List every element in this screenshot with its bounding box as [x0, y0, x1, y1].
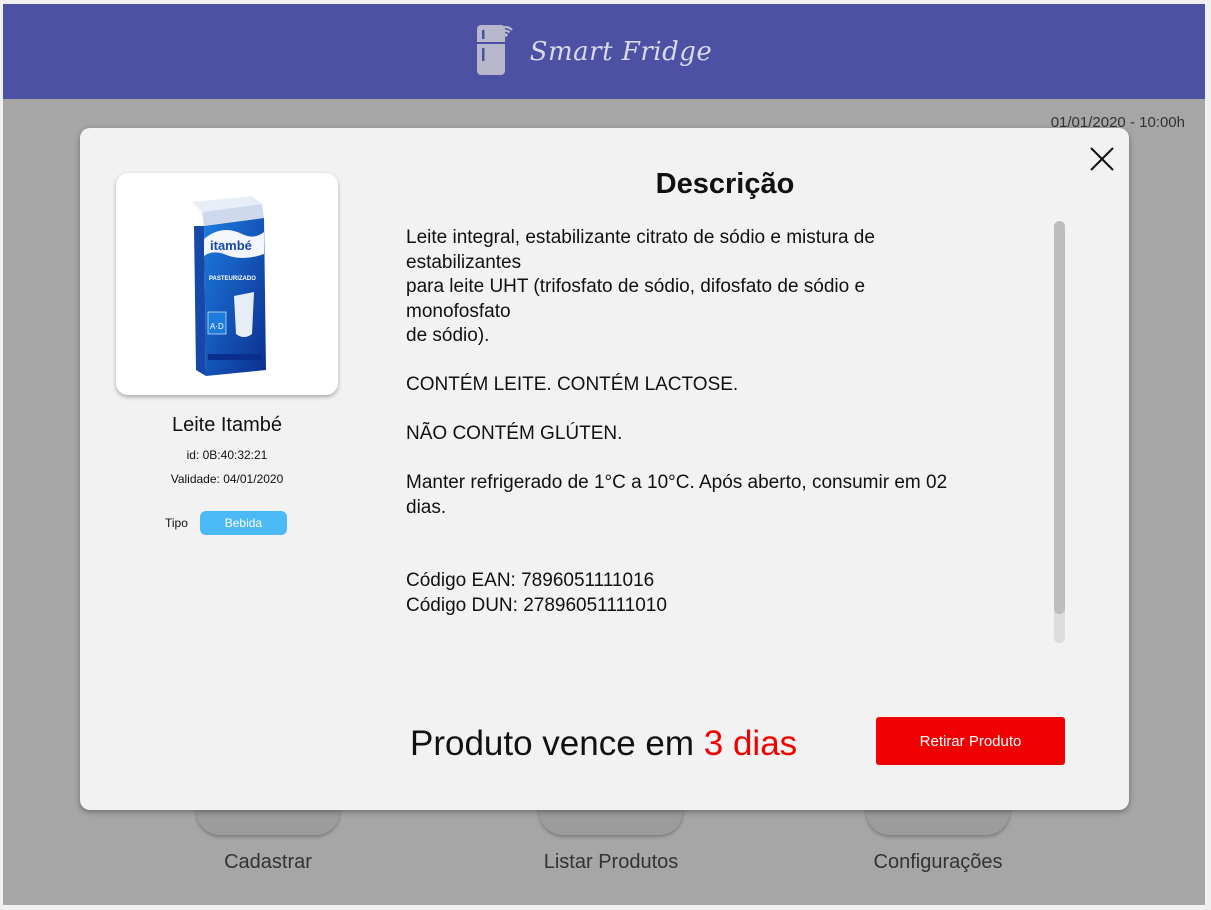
scrollbar-thumb[interactable] — [1054, 221, 1065, 614]
fridge-wifi-icon — [476, 21, 516, 82]
milk-carton-image: itambé PASTEURIZADO A·D — [192, 196, 266, 376]
type-label: Tipo — [165, 516, 188, 530]
description-body: Leite integral, estabilizante citrato de… — [406, 226, 1026, 646]
app-title: Smart Fridge — [529, 36, 713, 67]
logo: Smart Fridge — [476, 21, 713, 82]
product-id: id: 0B:40:32:21 — [186, 448, 268, 462]
nav-listar-produtos[interactable]: Listar Produtos — [501, 799, 721, 874]
description-scrollbar[interactable] — [1054, 221, 1065, 643]
description-paragraph: CONTÉM LEITE. CONTÉM LACTOSE. — [406, 374, 739, 395]
product-type-row: Tipo Bebida — [165, 511, 287, 535]
nav-cadastrar-label: Cadastrar — [224, 851, 312, 873]
product-image-card: itambé PASTEURIZADO A·D — [116, 173, 338, 395]
type-badge: Bebida — [199, 511, 287, 535]
close-icon[interactable] — [1087, 144, 1117, 174]
expiry-days: 3 dias — [703, 724, 798, 763]
nav-configuracoes-label: Configurações — [873, 851, 1003, 873]
header: Smart Fridge — [3, 4, 1205, 99]
remove-product-button[interactable]: Retirar Produto — [876, 717, 1065, 765]
vitamin-text: A·D — [210, 322, 224, 331]
expiry-prefix: Produto vence em — [410, 724, 704, 763]
product-validity: Validade: 04/01/2020 — [170, 472, 284, 486]
description-title: Descrição — [655, 168, 795, 200]
description-paragraph: Leite integral, estabilizante citrato de… — [406, 227, 875, 346]
ean-code: Código EAN: 7896051111016 — [406, 570, 655, 591]
product-modal: itambé PASTEURIZADO A·D Leite Itambé id:… — [80, 128, 1129, 810]
nav-listar-produtos-label: Listar Produtos — [543, 851, 679, 873]
bottom-nav: Cadastrar Listar Produtos Configurações — [3, 799, 1205, 905]
description-paragraph: NÃO CONTÉM GLÚTEN. — [406, 423, 623, 444]
nav-configuracoes[interactable]: Configurações — [828, 799, 1048, 874]
expiry-notice: Produto vence em 3 dias — [410, 724, 797, 764]
nav-cadastrar[interactable]: Cadastrar — [158, 799, 378, 874]
dun-code: Código DUN: 27896051111010 — [406, 594, 667, 616]
description-paragraph: Manter refrigerado de 1°C a 10°C. Após a… — [406, 472, 948, 518]
brand-text: itambé — [210, 238, 252, 253]
carton-text: PASTEURIZADO — [209, 276, 256, 282]
product-name: Leite Itambé — [171, 414, 283, 436]
app-frame: Smart Fridge 01/01/2020 - 10:00h Cadastr… — [3, 4, 1205, 905]
